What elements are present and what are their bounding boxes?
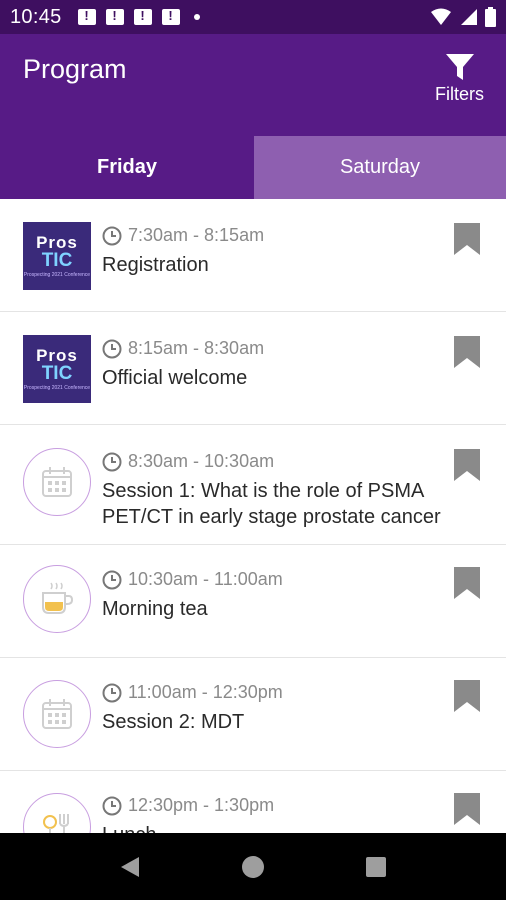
system-nav-bar	[0, 833, 506, 900]
signal-icon	[461, 9, 477, 25]
list-item[interactable]: 12:30pm - 1:30pm Lunch	[0, 771, 506, 833]
day-tabs: Friday Saturday	[0, 136, 506, 199]
time-row: 12:30pm - 1:30pm	[102, 795, 274, 816]
logo-text-line2: TIC	[41, 363, 73, 384]
bookmark-icon[interactable]	[454, 336, 480, 368]
calendar-icon-circle	[23, 680, 91, 748]
time-row: 11:00am - 12:30pm	[102, 682, 283, 703]
notification-icon	[105, 8, 124, 25]
time-row: 10:30am - 11:00am	[102, 569, 283, 590]
time-row: 8:30am - 10:30am	[102, 451, 274, 472]
item-title: Session 2: MDT	[102, 711, 245, 733]
list-item[interactable]: 10:30am - 11:00am Morning tea	[0, 545, 506, 658]
item-title: Session 1: What is the role of PSMA PET/…	[102, 480, 441, 528]
prostic-logo: Pros TIC Prospecting 2021 Conference	[23, 335, 91, 403]
wifi-icon	[431, 8, 451, 25]
list-item[interactable]: 11:00am - 12:30pm Session 2: MDT	[0, 658, 506, 771]
battery-icon	[485, 7, 496, 27]
status-bar: 10:45	[0, 0, 506, 34]
item-title: Official welcome	[102, 367, 248, 389]
bookmark-icon[interactable]	[454, 680, 480, 712]
logo-text-line3: Prospecting 2021 Conference	[23, 272, 91, 278]
notification-icon	[133, 8, 152, 25]
prostic-logo: Pros TIC Prospecting 2021 Conference	[23, 222, 91, 290]
coffee-icon-circle	[23, 565, 91, 633]
program-list: Pros TIC Prospecting 2021 Conference 7:3…	[0, 199, 506, 833]
time-row: 7:30am - 8:15am	[102, 225, 264, 246]
logo-text-line3: Prospecting 2021 Conference	[23, 385, 91, 391]
cutlery-icon	[43, 814, 69, 833]
clock-icon	[102, 683, 122, 702]
cutlery-icon-circle	[23, 793, 91, 833]
filters-button[interactable]: Filters	[435, 52, 484, 105]
recents-icon[interactable]	[365, 856, 387, 878]
calendar-icon	[42, 699, 72, 729]
time-text: 7:30am - 8:15am	[128, 225, 265, 245]
list-item[interactable]: Pros TIC Prospecting 2021 Conference 8:1…	[0, 312, 506, 425]
clock-icon	[102, 452, 122, 471]
bookmark-icon[interactable]	[454, 223, 480, 255]
clock-icon	[102, 339, 122, 358]
list-item[interactable]: 8:30am - 10:30am Session 1: What is the …	[0, 425, 506, 545]
status-icons	[431, 7, 496, 27]
home-icon[interactable]	[241, 855, 265, 879]
time-text: 12:30pm - 1:30pm	[128, 795, 275, 815]
bookmark-icon[interactable]	[454, 567, 480, 599]
tab-friday[interactable]: Friday	[0, 136, 254, 199]
filters-label: Filters	[435, 84, 484, 104]
item-title: Lunch	[102, 822, 484, 833]
clock-icon	[102, 226, 122, 245]
clock-icon	[102, 796, 122, 815]
calendar-icon	[42, 467, 72, 497]
notification-icon	[77, 8, 96, 25]
more-notifications-dot	[193, 14, 200, 20]
clock-icon	[102, 570, 122, 589]
funnel-icon	[445, 54, 474, 80]
list-item[interactable]: Pros TIC Prospecting 2021 Conference 7:3…	[0, 199, 506, 312]
time-text: 8:30am - 10:30am	[128, 451, 275, 471]
time-text: 10:30am - 11:00am	[128, 569, 283, 589]
item-title: Morning tea	[102, 598, 208, 620]
time-text: 8:15am - 8:30am	[128, 338, 265, 358]
tab-saturday[interactable]: Saturday	[254, 136, 506, 199]
notification-icon	[161, 8, 180, 25]
back-icon[interactable]	[119, 855, 141, 879]
calendar-icon-circle	[23, 448, 91, 516]
time-text: 11:00am - 12:30pm	[128, 682, 283, 702]
bookmark-icon[interactable]	[454, 449, 480, 481]
page-title: Program	[23, 54, 127, 84]
item-title: Registration	[102, 254, 209, 276]
bookmark-icon[interactable]	[454, 793, 480, 825]
notification-icons	[77, 8, 200, 25]
logo-text-line2: TIC	[41, 250, 73, 271]
logo-text-line1: Pros	[36, 233, 78, 252]
time-row: 8:15am - 8:30am	[102, 338, 264, 359]
status-time: 10:45	[10, 5, 62, 28]
logo-text-line1: Pros	[36, 346, 78, 365]
coffee-cup-icon	[42, 582, 74, 614]
app-bar: Program Filters	[0, 34, 506, 136]
